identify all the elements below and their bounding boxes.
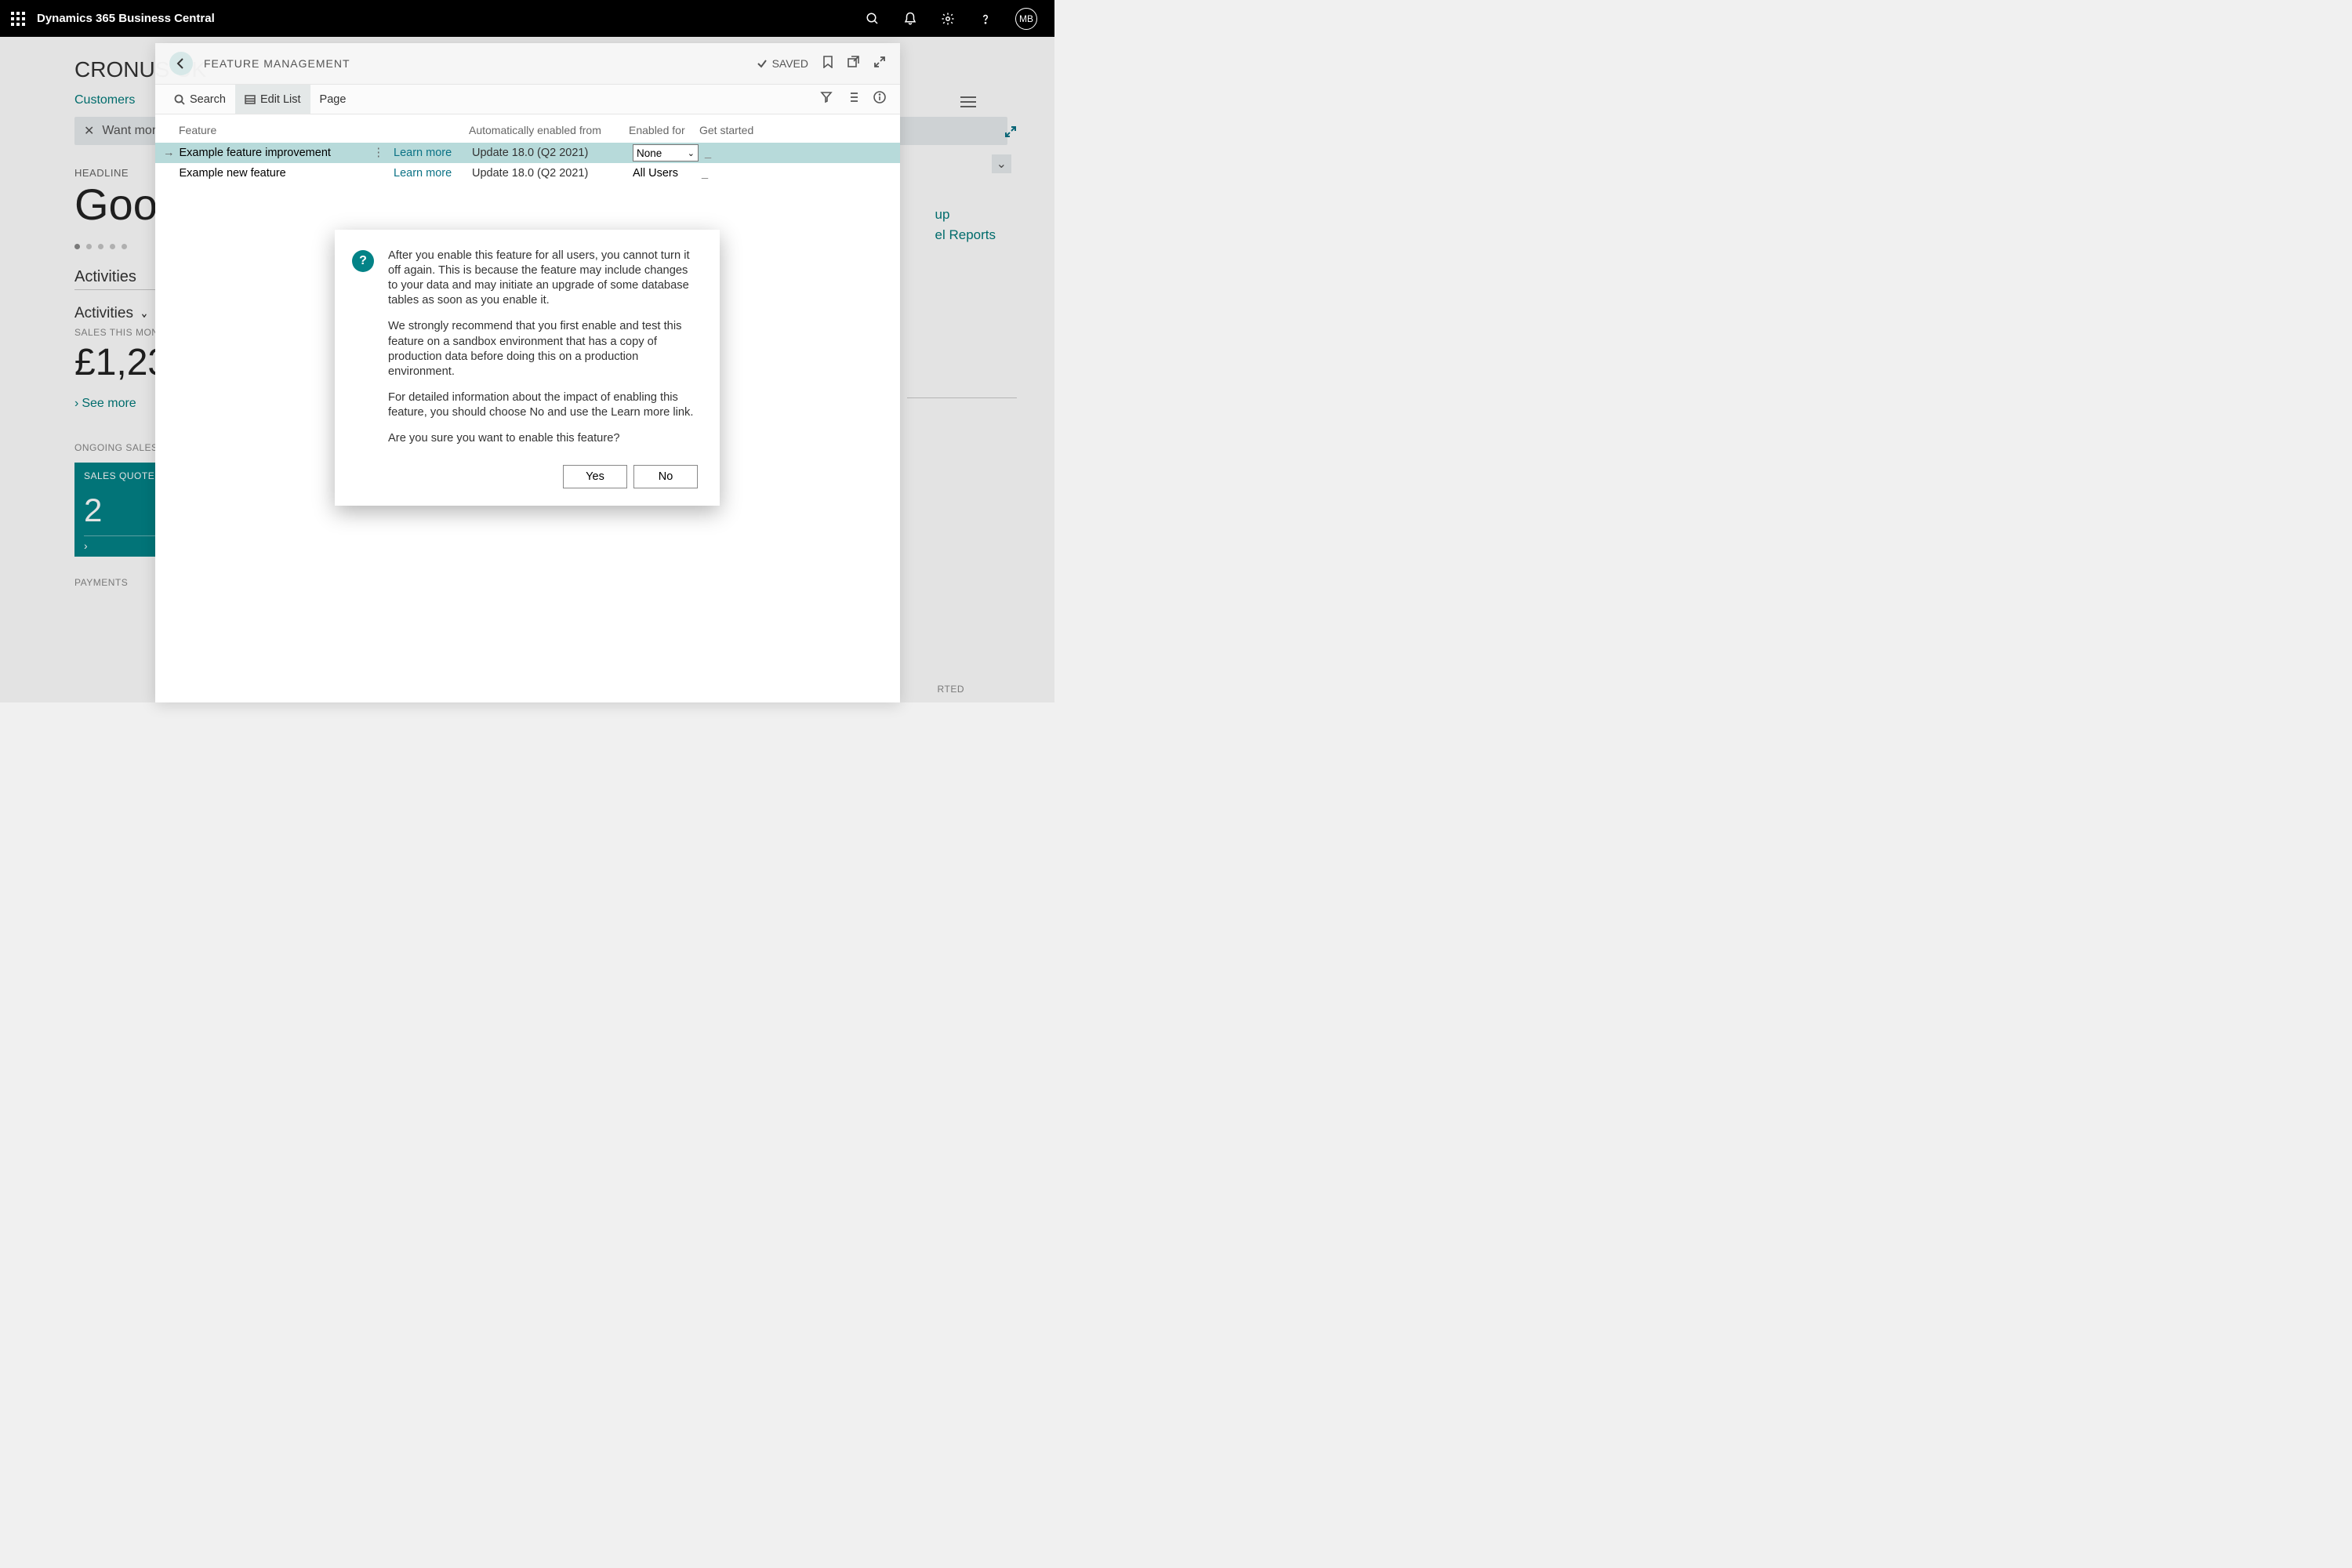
- dialog-p2: We strongly recommend that you first ena…: [388, 319, 698, 379]
- dialog-backdrop: ? After you enable this feature for all …: [0, 0, 1054, 702]
- question-icon: ?: [352, 250, 374, 272]
- confirm-dialog: ? After you enable this feature for all …: [335, 230, 720, 506]
- dialog-p1: After you enable this feature for all us…: [388, 249, 698, 308]
- yes-button[interactable]: Yes: [563, 465, 627, 488]
- no-button[interactable]: No: [633, 465, 698, 488]
- dialog-p4: Are you sure you want to enable this fea…: [388, 431, 698, 446]
- dialog-p3: For detailed information about the impac…: [388, 390, 698, 420]
- dialog-text: After you enable this feature for all us…: [388, 249, 698, 446]
